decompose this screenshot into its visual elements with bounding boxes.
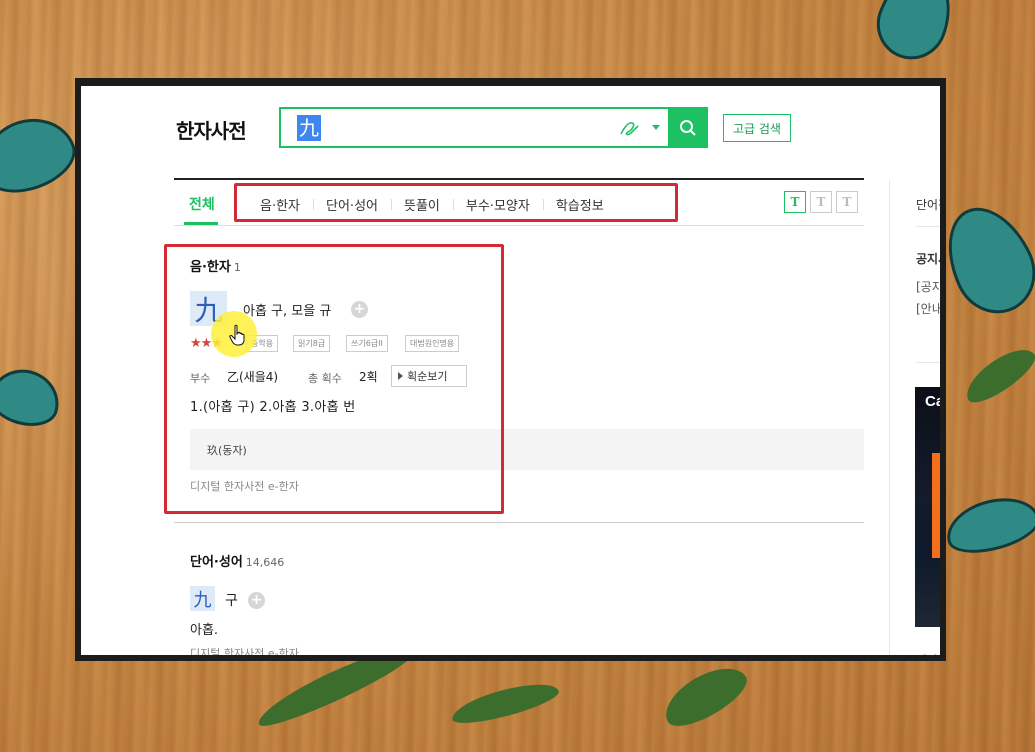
ad-graphic [942, 467, 946, 527]
sidebar-divider [916, 226, 940, 227]
add-wordbook-button[interactable]: + [248, 592, 265, 609]
hand-cursor-icon [229, 324, 245, 346]
active-tab-indicator [184, 222, 218, 225]
search-button[interactable] [668, 107, 708, 148]
ad-text: Ca [925, 393, 945, 410]
word-source[interactable]: 디지털 한자사전 e-한자 [190, 645, 299, 655]
advertisement-banner[interactable]: Ca [915, 387, 946, 627]
notice-item[interactable]: [안내 [916, 300, 940, 317]
word-meaning: 아홉. [190, 623, 219, 638]
font-size-small-button[interactable]: T [784, 191, 806, 213]
handwriting-icon[interactable] [618, 118, 642, 138]
page-title[interactable]: 한자사전 [176, 115, 247, 144]
word-section-label: 단어·성어 [190, 555, 243, 570]
font-size-medium-button[interactable]: T [810, 191, 832, 213]
chevron-down-icon[interactable] [652, 125, 660, 130]
advanced-search-button[interactable]: 고급 검색 [723, 114, 791, 142]
word-reading[interactable]: 구 [225, 590, 238, 610]
sidebar-tab-words[interactable]: 단어정 [916, 196, 940, 213]
hanja-highlight-box [164, 244, 504, 514]
section-divider [174, 522, 864, 523]
font-size-large-button[interactable]: T [836, 191, 858, 213]
search-input[interactable]: 九 [279, 107, 670, 148]
tabs-highlight-box [234, 183, 678, 222]
word-section-title: 단어·성어 14,646 [190, 551, 284, 570]
word-hanja[interactable]: 九 [190, 586, 215, 611]
ad-graphic [932, 453, 940, 558]
sidebar-divider [916, 362, 940, 363]
notice-item[interactable]: [공지 [916, 278, 940, 295]
search-query[interactable]: 九 [297, 114, 321, 141]
font-size-controls: T T T [784, 191, 858, 213]
sidebar-heading: 내가 [916, 654, 939, 661]
browser-window: 한자사전 九 고급 검색 전체 음·한자 단어·성어 뜻풀이 부수·모양자 학습… [75, 78, 946, 661]
search-icon [680, 119, 696, 136]
word-section-count: 14,646 [245, 556, 285, 569]
tab-all[interactable]: 전체 [189, 194, 215, 214]
notice-title[interactable]: 공지사 [916, 250, 940, 267]
